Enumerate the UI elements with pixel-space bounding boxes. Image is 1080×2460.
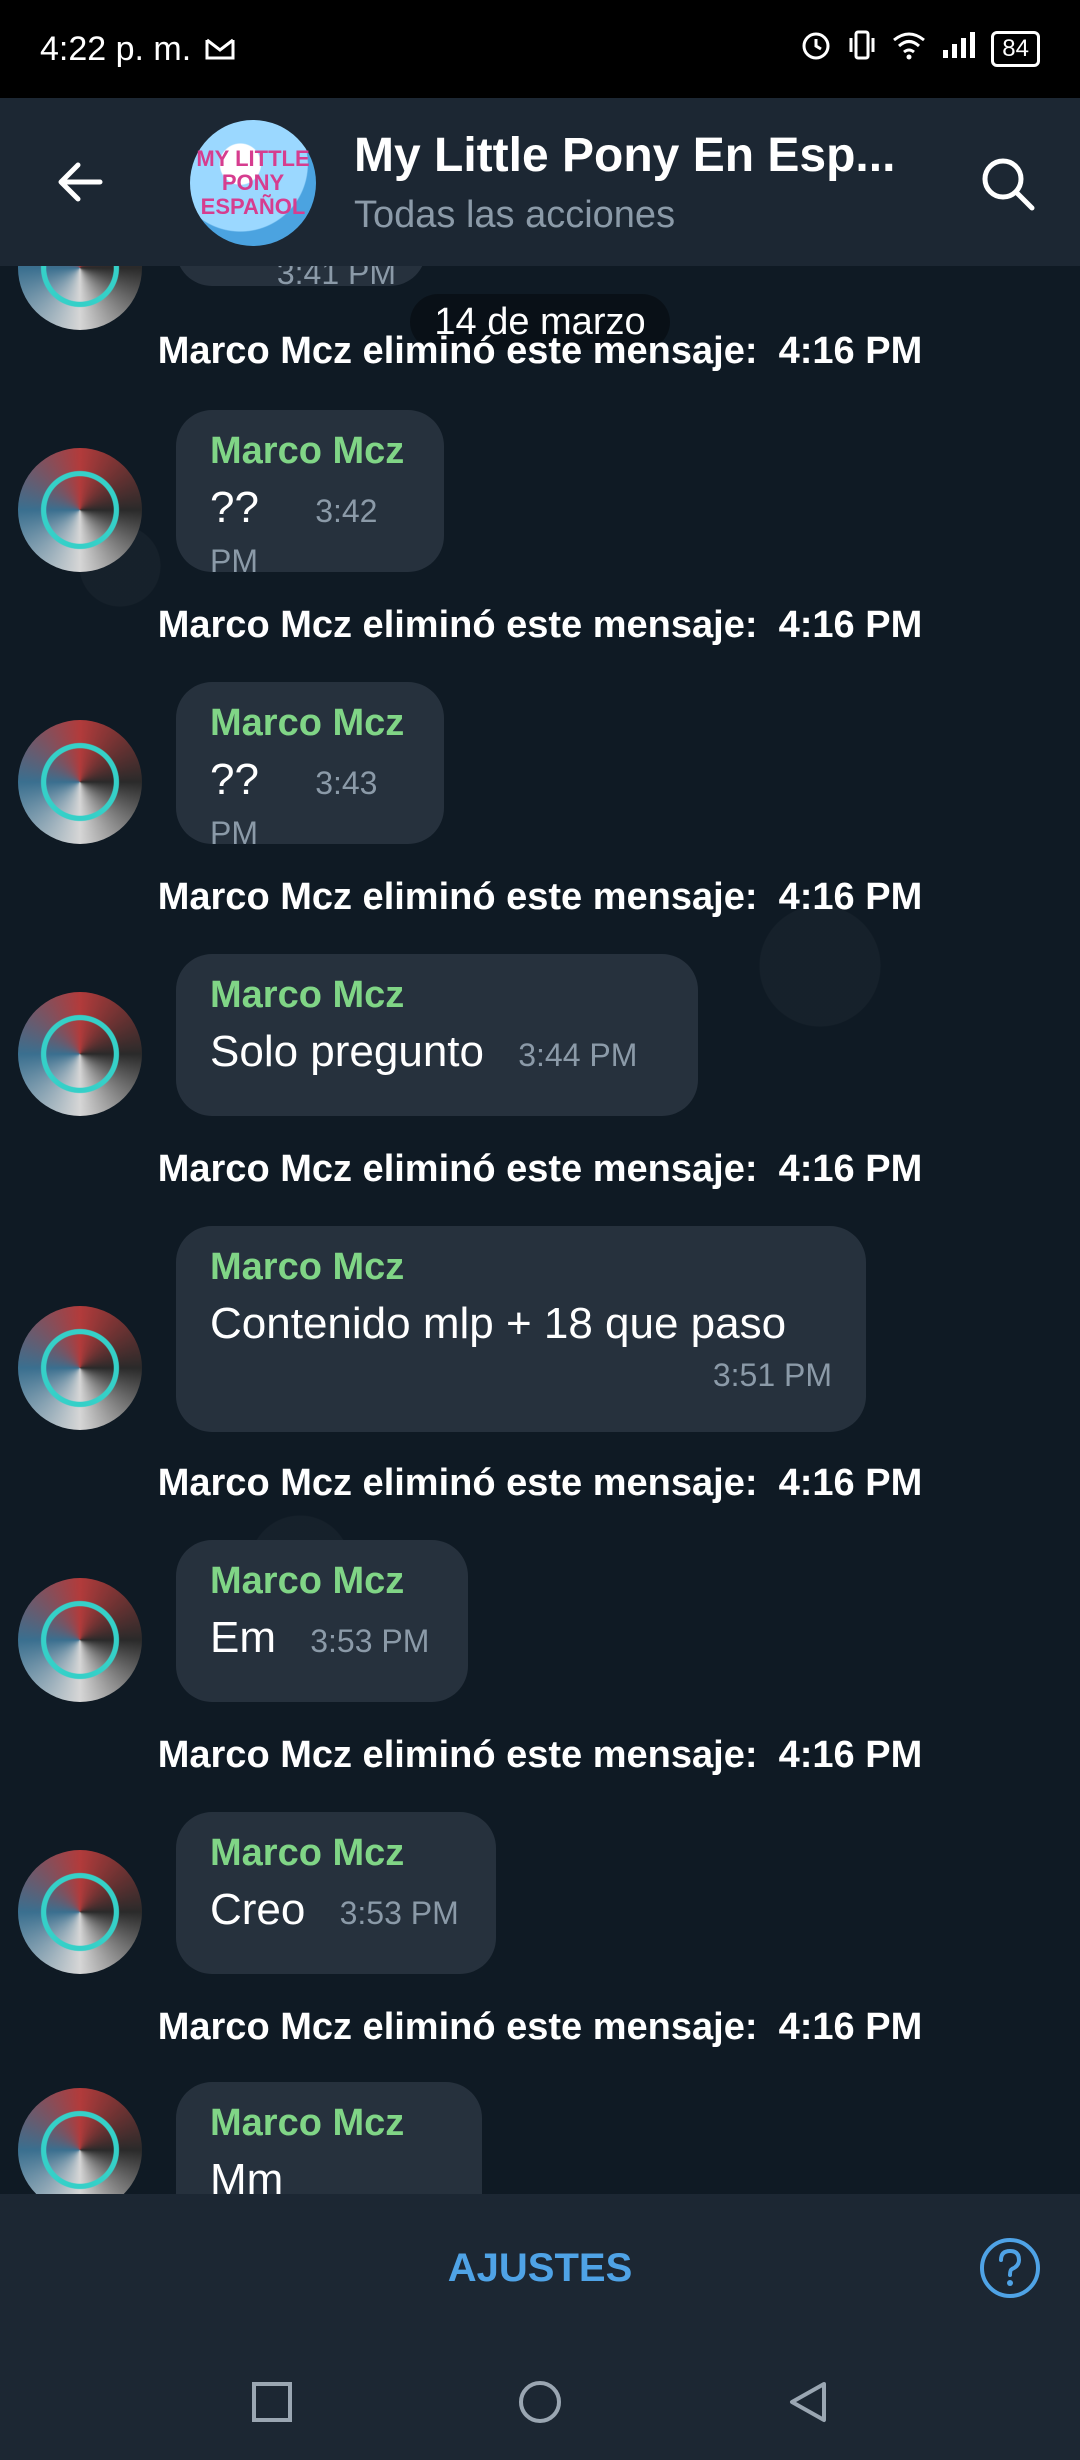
vibrate-icon bbox=[847, 28, 877, 70]
sender-avatar[interactable] bbox=[18, 266, 142, 330]
service-text: Marco Mcz eliminó este mensaje: bbox=[157, 2006, 758, 2048]
message-bubble[interactable]: Marco Mcz Mm bbox=[176, 2082, 482, 2194]
service-message: Marco Mcz eliminó este mensaje: 4:16 PM bbox=[0, 2006, 1080, 2049]
sender-name[interactable]: Marco Mcz bbox=[210, 702, 410, 745]
sender-avatar[interactable] bbox=[18, 720, 142, 844]
status-time: 4:22 p. m. bbox=[40, 29, 192, 68]
service-time: 4:16 PM bbox=[778, 1734, 923, 1776]
battery-indicator: 84 bbox=[991, 31, 1040, 67]
service-message: Marco Mcz eliminó este mensaje: 4:16 PM bbox=[0, 1462, 1080, 1505]
back-arrow-icon[interactable] bbox=[52, 154, 108, 210]
chat-header: MY LITTLE PONY ESPAÑOL My Little Pony En… bbox=[0, 98, 1080, 266]
message-text: Solo pregunto bbox=[210, 1027, 484, 1076]
search-icon[interactable] bbox=[978, 154, 1038, 214]
status-bar: 4:22 p. m. 84 bbox=[0, 0, 1080, 98]
message-text: Contenido mlp + 18 que paso bbox=[210, 1299, 787, 1348]
message-bubble[interactable]: Marco Mcz ?? 3:42 PM bbox=[176, 410, 444, 579]
sender-name[interactable]: Marco Mcz bbox=[210, 1832, 462, 1875]
system-nav-bar bbox=[0, 2342, 1080, 2460]
service-text: Marco Mcz eliminó este mensaje: bbox=[157, 876, 758, 918]
message-time: 3:41 PM bbox=[276, 266, 396, 291]
service-text: Marco Mcz eliminó este mensaje: bbox=[157, 1148, 758, 1190]
service-time: 4:16 PM bbox=[778, 330, 923, 372]
service-time: 4:16 PM bbox=[778, 1148, 923, 1190]
home-icon[interactable] bbox=[518, 2380, 562, 2424]
message-bubble[interactable]: Marco Mcz ?? 3:43 PM bbox=[176, 682, 444, 851]
service-text: Marco Mcz eliminó este mensaje: bbox=[157, 604, 758, 646]
service-message: Marco Mcz eliminó este mensaje: 4:16 PM bbox=[0, 1148, 1080, 1191]
recents-icon[interactable] bbox=[250, 2380, 294, 2424]
group-title[interactable]: My Little Pony En Esp... bbox=[354, 128, 944, 183]
message-text: ?? bbox=[210, 483, 259, 532]
service-time: 4:16 PM bbox=[778, 1462, 923, 1504]
group-subtitle: Todas las acciones bbox=[354, 194, 676, 236]
group-avatar[interactable]: MY LITTLE PONY ESPAÑOL bbox=[190, 120, 316, 246]
message-text: ?? bbox=[210, 755, 259, 804]
service-message: Marco Mcz eliminó este mensaje: 4:16 PM bbox=[0, 330, 1080, 373]
service-message: Marco Mcz eliminó este mensaje: 4:16 PM bbox=[0, 1734, 1080, 1777]
sender-avatar[interactable] bbox=[18, 2088, 142, 2194]
message-text: Creo bbox=[210, 1885, 306, 1934]
group-avatar-logo: MY LITTLE PONY ESPAÑOL bbox=[196, 146, 310, 219]
sender-avatar[interactable] bbox=[18, 1578, 142, 1702]
message-bubble[interactable]: 3:41 PM bbox=[176, 266, 426, 291]
service-message: Marco Mcz eliminó este mensaje: 4:16 PM bbox=[0, 604, 1080, 647]
message-time: 3:51 PM bbox=[712, 1357, 832, 1393]
sender-name[interactable]: Marco Mcz bbox=[210, 430, 410, 473]
service-text: Marco Mcz eliminó este mensaje: bbox=[157, 330, 758, 372]
message-bubble[interactable]: Marco Mcz Creo 3:53 PM bbox=[176, 1812, 496, 1974]
sender-name[interactable]: Marco Mcz bbox=[210, 2102, 448, 2145]
service-text: Marco Mcz eliminó este mensaje: bbox=[157, 1734, 758, 1776]
service-time: 4:16 PM bbox=[778, 2006, 923, 2048]
message-text: Em bbox=[210, 1613, 276, 1662]
message-bubble[interactable]: Marco Mcz Solo pregunto 3:44 PM bbox=[176, 954, 698, 1116]
message-time: 3:53 PM bbox=[310, 1623, 430, 1659]
sender-name[interactable]: Marco Mcz bbox=[210, 974, 664, 1017]
help-icon[interactable] bbox=[978, 2236, 1042, 2300]
service-time: 4:16 PM bbox=[778, 876, 923, 918]
service-time: 4:16 PM bbox=[778, 604, 923, 646]
message-bubble[interactable]: Marco Mcz Contenido mlp + 18 que paso 3:… bbox=[176, 1226, 866, 1432]
settings-button[interactable]: AJUSTES bbox=[0, 2194, 1080, 2342]
service-message: Marco Mcz eliminó este mensaje: 4:16 PM bbox=[0, 876, 1080, 919]
service-text: Marco Mcz eliminó este mensaje: bbox=[157, 1462, 758, 1504]
signal-icon bbox=[941, 30, 977, 68]
chat-log[interactable]: 3:41 PM 14 de marzo Marco Mcz eliminó es… bbox=[0, 266, 1080, 2194]
sender-avatar[interactable] bbox=[18, 448, 142, 572]
message-text: Mm bbox=[210, 2155, 284, 2194]
alarm-icon bbox=[799, 28, 833, 70]
message-bubble[interactable]: Marco Mcz Em 3:53 PM bbox=[176, 1540, 468, 1702]
sender-avatar[interactable] bbox=[18, 1850, 142, 1974]
gmail-notification-icon bbox=[205, 30, 235, 69]
message-time: 3:44 PM bbox=[518, 1037, 638, 1073]
wifi-icon bbox=[891, 30, 927, 68]
sender-name[interactable]: Marco Mcz bbox=[210, 1560, 434, 1603]
sender-avatar[interactable] bbox=[18, 1306, 142, 1430]
sender-name[interactable]: Marco Mcz bbox=[210, 1246, 832, 1289]
sender-avatar[interactable] bbox=[18, 992, 142, 1116]
back-nav-icon[interactable] bbox=[786, 2380, 830, 2424]
bottom-bar: AJUSTES bbox=[0, 2194, 1080, 2342]
message-time: 3:53 PM bbox=[339, 1895, 459, 1931]
